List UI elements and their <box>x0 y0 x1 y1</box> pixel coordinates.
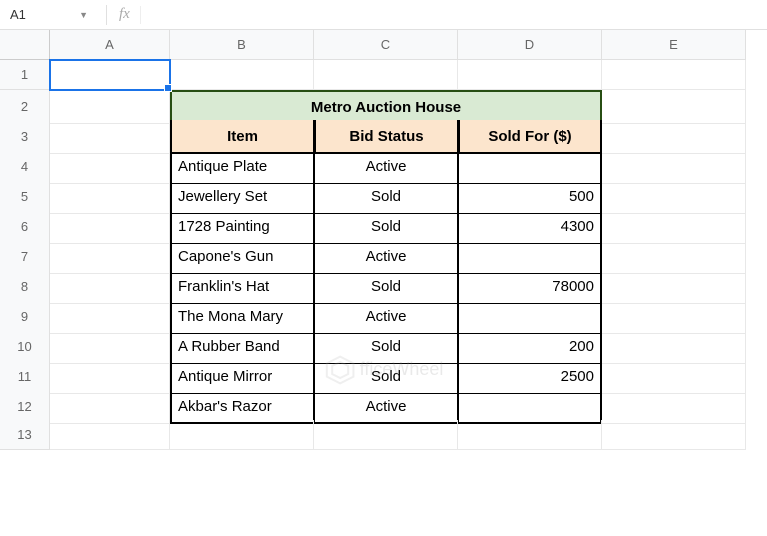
cell-e9[interactable] <box>602 300 746 334</box>
divider <box>140 6 141 24</box>
cell-status[interactable]: Sold <box>314 270 458 304</box>
cell-c13[interactable] <box>314 420 458 450</box>
cell-a13[interactable] <box>50 420 170 450</box>
table-title[interactable]: Metro Auction House <box>170 90 602 124</box>
cell-a6[interactable] <box>50 210 170 244</box>
cell-a10[interactable] <box>50 330 170 364</box>
cell-sold[interactable]: 4300 <box>458 210 602 244</box>
cell-sold[interactable] <box>458 240 602 274</box>
cell-status[interactable]: Sold <box>314 360 458 394</box>
cell-a8[interactable] <box>50 270 170 304</box>
divider <box>106 5 107 25</box>
row-header-1[interactable]: 1 <box>0 60 50 90</box>
cell-sold[interactable]: 500 <box>458 180 602 214</box>
cell-e7[interactable] <box>602 240 746 274</box>
cell-e13[interactable] <box>602 420 746 450</box>
row-header-4[interactable]: 4 <box>0 150 50 184</box>
row-header-2[interactable]: 2 <box>0 90 50 124</box>
spreadsheet-grid[interactable]: A B C D E 1 2 Metro Auction House 3 Item… <box>0 30 767 450</box>
cell-status[interactable]: Active <box>314 150 458 184</box>
cell-sold[interactable] <box>458 300 602 334</box>
header-sold[interactable]: Sold For ($) <box>458 120 602 154</box>
row-header-3[interactable]: 3 <box>0 120 50 154</box>
header-status[interactable]: Bid Status <box>314 120 458 154</box>
cell-e11[interactable] <box>602 360 746 394</box>
cell-b13[interactable] <box>170 420 314 450</box>
row-header-10[interactable]: 10 <box>0 330 50 364</box>
cell-e3[interactable] <box>602 120 746 154</box>
cell-a4[interactable] <box>50 150 170 184</box>
row-header-7[interactable]: 7 <box>0 240 50 274</box>
cell-e8[interactable] <box>602 270 746 304</box>
col-header-b[interactable]: B <box>170 30 314 60</box>
cell-a7[interactable] <box>50 240 170 274</box>
col-header-e[interactable]: E <box>602 30 746 60</box>
cell-a12[interactable] <box>50 390 170 424</box>
row-header-13[interactable]: 13 <box>0 420 50 450</box>
cell-e12[interactable] <box>602 390 746 424</box>
cell-status[interactable]: Active <box>314 390 458 424</box>
row-header-6[interactable]: 6 <box>0 210 50 244</box>
row-header-12[interactable]: 12 <box>0 390 50 424</box>
formula-input[interactable] <box>147 0 763 29</box>
cell-item[interactable]: Antique Mirror <box>170 360 314 394</box>
cell-status[interactable]: Sold <box>314 330 458 364</box>
cell-e1[interactable] <box>602 60 746 90</box>
cell-d1[interactable] <box>458 60 602 90</box>
cell-a5[interactable] <box>50 180 170 214</box>
cell-status[interactable]: Sold <box>314 210 458 244</box>
cell-b1[interactable] <box>170 60 314 90</box>
cell-item[interactable]: The Mona Mary <box>170 300 314 334</box>
cell-item[interactable]: Antique Plate <box>170 150 314 184</box>
name-box-value: A1 <box>10 7 26 22</box>
col-header-c[interactable]: C <box>314 30 458 60</box>
cell-sold[interactable] <box>458 390 602 424</box>
cell-status[interactable]: Sold <box>314 180 458 214</box>
row-header-9[interactable]: 9 <box>0 300 50 334</box>
cell-e10[interactable] <box>602 330 746 364</box>
cell-a9[interactable] <box>50 300 170 334</box>
col-header-a[interactable]: A <box>50 30 170 60</box>
cell-a3[interactable] <box>50 120 170 154</box>
cell-d13[interactable] <box>458 420 602 450</box>
cell-sold[interactable]: 2500 <box>458 360 602 394</box>
cell-item[interactable]: Akbar's Razor <box>170 390 314 424</box>
row-header-11[interactable]: 11 <box>0 360 50 394</box>
cell-a1[interactable] <box>50 60 170 90</box>
cell-e6[interactable] <box>602 210 746 244</box>
chevron-down-icon: ▼ <box>79 10 88 20</box>
cell-sold[interactable]: 200 <box>458 330 602 364</box>
cell-e2[interactable] <box>602 90 746 124</box>
formula-bar: A1 ▼ fx <box>0 0 767 30</box>
cell-a11[interactable] <box>50 360 170 394</box>
cell-item[interactable]: Jewellery Set <box>170 180 314 214</box>
fx-icon: fx <box>119 6 130 23</box>
cell-sold[interactable]: 78000 <box>458 270 602 304</box>
cell-e5[interactable] <box>602 180 746 214</box>
cell-c1[interactable] <box>314 60 458 90</box>
cell-item[interactable]: 1728 Painting <box>170 210 314 244</box>
cell-a2[interactable] <box>50 90 170 124</box>
col-header-d[interactable]: D <box>458 30 602 60</box>
select-all-corner[interactable] <box>0 30 50 60</box>
cell-status[interactable]: Active <box>314 240 458 274</box>
cell-item[interactable]: A Rubber Band <box>170 330 314 364</box>
row-header-8[interactable]: 8 <box>0 270 50 304</box>
cell-status[interactable]: Active <box>314 300 458 334</box>
name-box[interactable]: A1 ▼ <box>4 0 94 29</box>
cell-e4[interactable] <box>602 150 746 184</box>
cell-sold[interactable] <box>458 150 602 184</box>
row-header-5[interactable]: 5 <box>0 180 50 214</box>
header-item[interactable]: Item <box>170 120 314 154</box>
cell-item[interactable]: Franklin's Hat <box>170 270 314 304</box>
cell-item[interactable]: Capone's Gun <box>170 240 314 274</box>
